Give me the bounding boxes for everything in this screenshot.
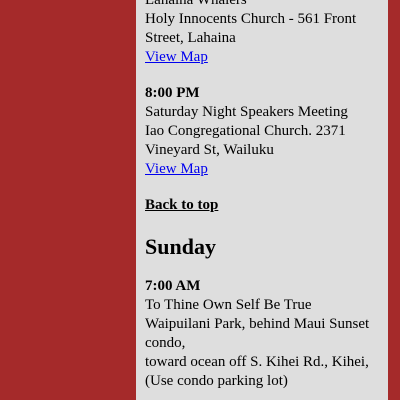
view-map-link[interactable]: View Map: [145, 48, 385, 67]
meeting-time: 8:00 PM: [145, 85, 200, 101]
meeting-entry: Lahaina Whalers Holy Innocents Church - …: [145, 0, 385, 67]
meeting-list: Lahaina Whalers Holy Innocents Church - …: [145, 0, 385, 400]
meeting-location: Iao Congregational Church. 2371 Vineyard…: [145, 123, 346, 158]
meeting-entry: 8:00 PM Saturday Night Speakers Meeting …: [145, 84, 385, 179]
view-map-link[interactable]: View Map: [145, 160, 385, 179]
meeting-location: Holy Innocents Church - 561 Front Street…: [145, 11, 357, 46]
meeting-location-line: toward ocean off S. Kihei Rd., Kihei,: [145, 354, 369, 370]
meeting-time: 7:00 AM: [145, 278, 201, 294]
main-content: Lahaina Whalers Holy Innocents Church - …: [136, 0, 388, 400]
meeting-name: To Thine Own Self Be True: [145, 297, 312, 313]
meeting-location-line: Waipuilani Park, behind Maui Sunset cond…: [145, 316, 370, 351]
day-heading: Sunday: [145, 234, 216, 259]
meeting-name: Lahaina Whalers: [145, 0, 247, 8]
meeting-entry: 7:00 AM To Thine Own Self Be True Waipui…: [145, 277, 385, 391]
meeting-name: Saturday Night Speakers Meeting: [145, 104, 348, 120]
back-to-top-link[interactable]: Back to top: [145, 196, 385, 215]
meeting-location-line: (Use condo parking lot): [145, 373, 288, 389]
